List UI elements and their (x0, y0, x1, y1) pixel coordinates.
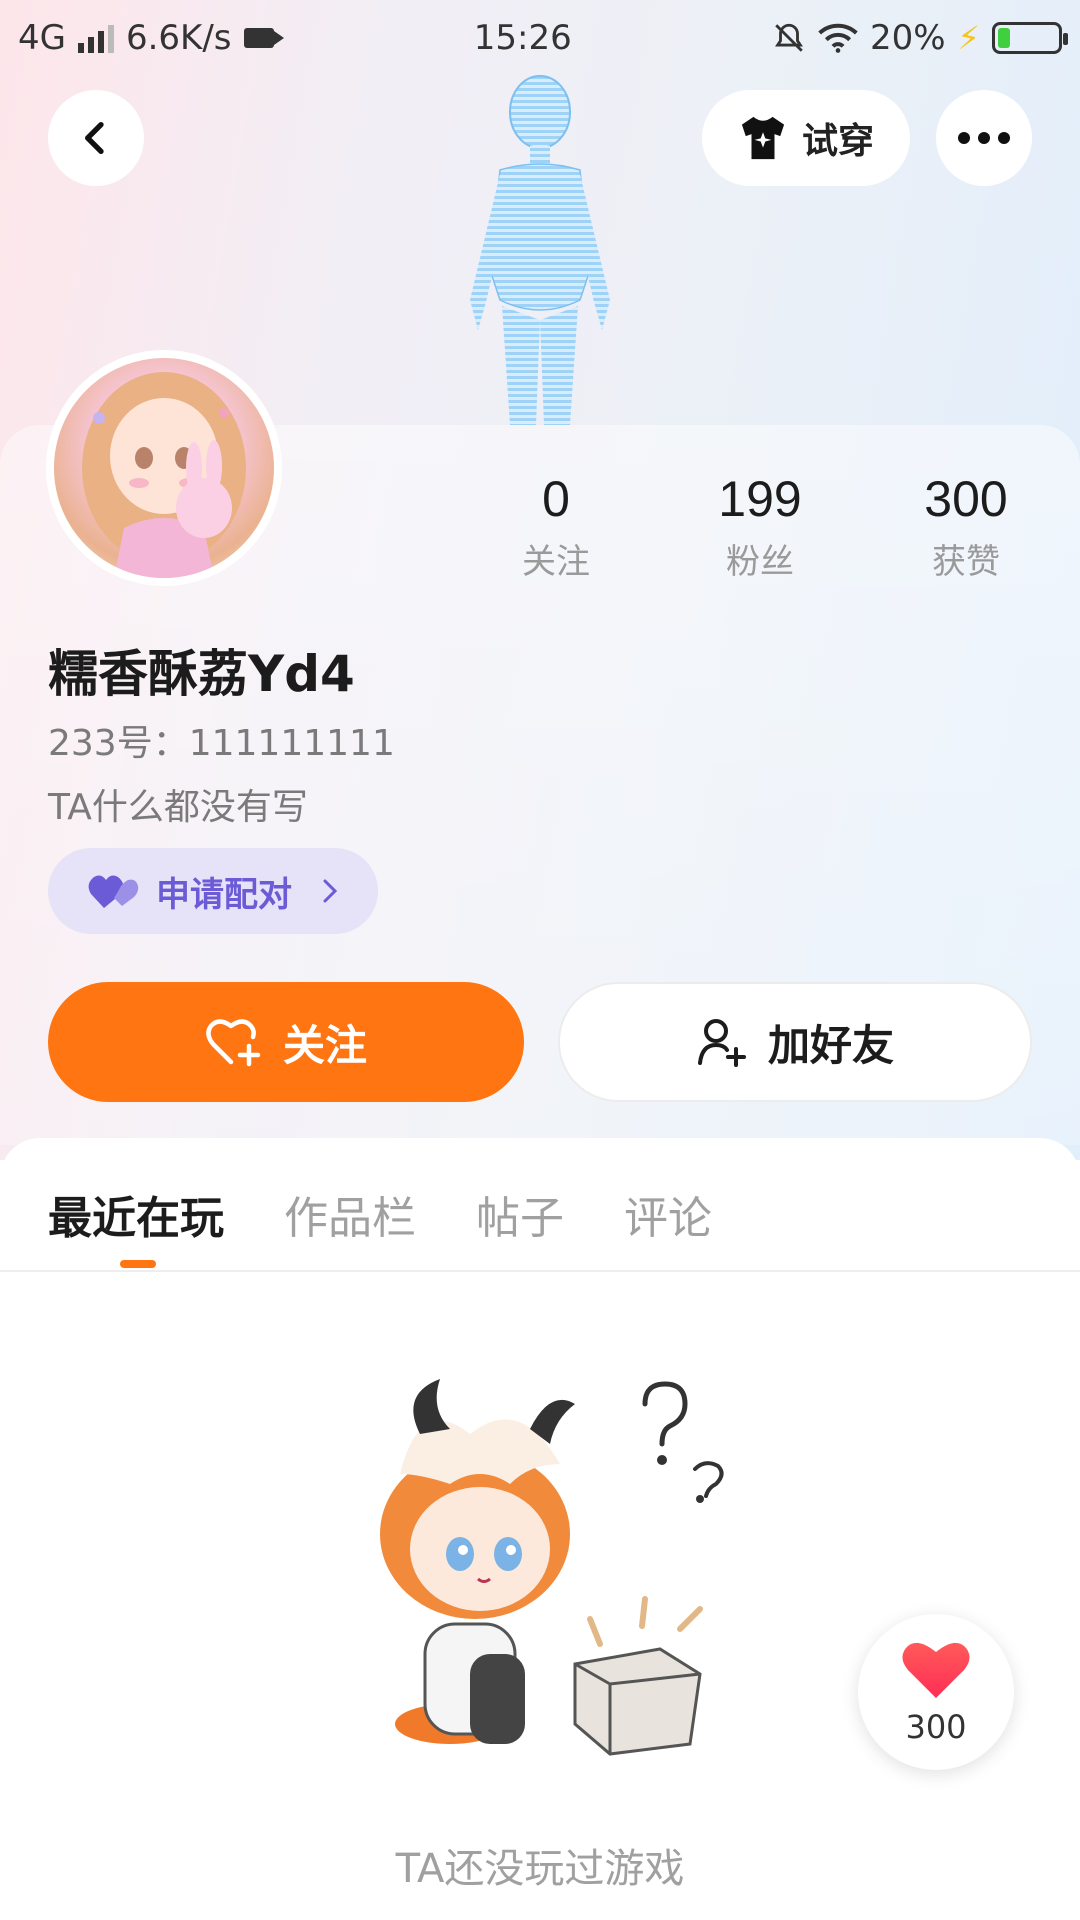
like-count: 300 (905, 1708, 967, 1746)
follow-label: 关注 (282, 1020, 367, 1070)
wifi-icon (818, 23, 858, 53)
avatar-image (54, 358, 274, 578)
chevron-left-icon (85, 122, 104, 154)
stat-fans[interactable]: 199 粉丝 (660, 470, 860, 583)
charging-bolt-icon: ⚡ (957, 19, 980, 57)
tab-divider (0, 1270, 1080, 1272)
chevron-right-icon (323, 879, 338, 903)
likes-label: 获赞 (932, 542, 1000, 582)
nickname: 糯香酥荔Yd4 (48, 645, 355, 703)
add-friend-button[interactable]: 加好友 (558, 982, 1032, 1102)
hearts-icon (88, 875, 139, 908)
apply-pair-button[interactable]: 申请配对 (48, 848, 378, 934)
follow-button[interactable]: 关注 (48, 982, 524, 1102)
video-camera-icon (243, 28, 284, 48)
tab-works[interactable]: 作品栏 (284, 1182, 416, 1246)
bell-off-icon (774, 23, 803, 52)
like-float-button[interactable]: 300 (858, 1614, 1014, 1770)
fans-label: 粉丝 (726, 542, 794, 582)
more-button[interactable] (936, 90, 1032, 186)
network-speed: 6.6K/s (125, 18, 232, 58)
status-bar: 4G 6.6K/s 15:26 20% ⚡ (0, 0, 1080, 76)
fans-count: 199 (718, 471, 802, 527)
tab-recently-played[interactable]: 最近在玩 (48, 1182, 224, 1246)
avatar-figure-hologram[interactable] (440, 70, 640, 425)
add-friend-label: 加好友 (767, 1020, 894, 1070)
empty-state-message: TA还没玩过游戏 (395, 1846, 685, 1892)
user-plus-icon (697, 1019, 746, 1067)
try-on-button[interactable]: 试穿 (702, 90, 910, 186)
more-dots-icon (958, 132, 1010, 144)
stat-following[interactable]: 0 关注 (456, 470, 656, 583)
try-on-label: 试穿 (801, 121, 874, 162)
tab-comments[interactable]: 评论 (624, 1182, 712, 1246)
likes-count: 300 (924, 471, 1008, 527)
heart-plus-icon (206, 1019, 261, 1067)
empty-state-illustration (380, 1379, 724, 1756)
stat-likes[interactable]: 300 获赞 (866, 470, 1066, 583)
tab-posts[interactable]: 帖子 (476, 1182, 564, 1246)
user-id: 233号：111111111 (48, 723, 395, 764)
shirt-sparkle-icon (741, 116, 785, 160)
clock: 15:26 (473, 18, 572, 58)
following-label: 关注 (522, 542, 590, 582)
network-type: 4G (18, 18, 66, 58)
following-count: 0 (542, 471, 570, 527)
content-panel: 最近在玩 作品栏 帖子 评论 TA还没玩过游戏 (0, 1138, 1080, 1920)
tab-bar: 最近在玩 作品栏 帖子 评论 (48, 1182, 712, 1246)
signal-icon (77, 23, 114, 53)
back-button[interactable] (48, 90, 144, 186)
apply-pair-label: 申请配对 (156, 874, 292, 915)
bio: TA什么都没有写 (48, 787, 308, 828)
active-tab-indicator (120, 1260, 156, 1268)
battery-icon (992, 22, 1068, 54)
battery-percent: 20% (869, 18, 946, 58)
avatar[interactable] (46, 350, 282, 586)
heart-icon (902, 1642, 970, 1698)
